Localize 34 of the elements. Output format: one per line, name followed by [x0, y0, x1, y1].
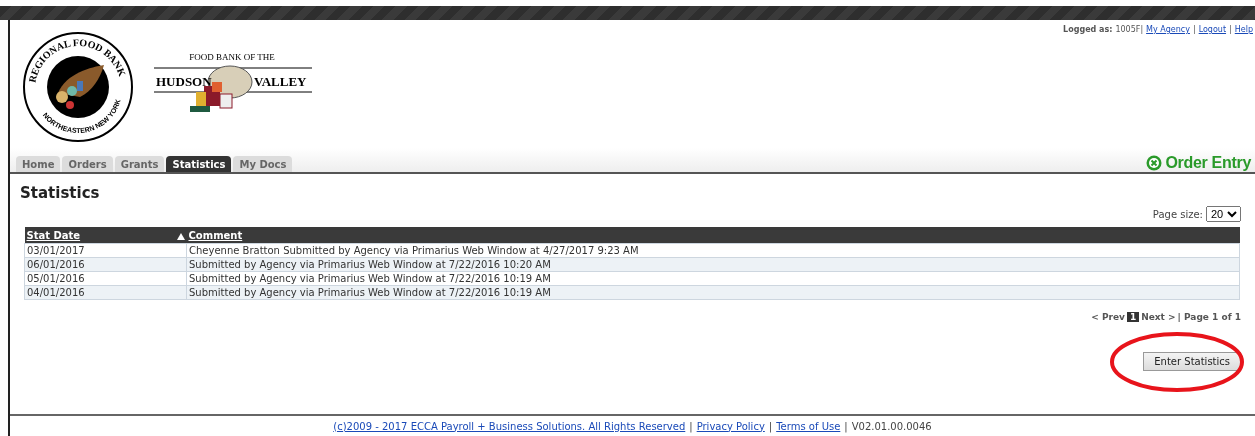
table-cell: Cheyenne Bratton Submitted by Agency via Primarius Web Window at 4/27/2017 9:23 AM — [186, 243, 1240, 258]
nav-tab[interactable]: Statistics — [166, 156, 232, 172]
logged-as-label: Logged as: — [1063, 25, 1113, 34]
separator: | — [1192, 25, 1196, 34]
header-link[interactable]: Help — [1234, 25, 1253, 34]
header-link[interactable]: My Agency — [1146, 25, 1190, 34]
separator: | — [1229, 25, 1232, 34]
user-id: 1005F| — [1115, 25, 1144, 34]
prev-link[interactable]: < Prev — [1091, 312, 1125, 322]
nav-tab[interactable]: My Docs — [233, 156, 293, 172]
page-size-select[interactable]: 20 — [1206, 206, 1241, 222]
separator: | — [844, 420, 848, 432]
column-header-link[interactable]: Comment — [188, 229, 243, 241]
copyright-link[interactable]: (c)2009 - 2017 ECCA Payroll + Business Solutions. All Rights Reserved — [333, 420, 686, 432]
header-link[interactable]: Logout — [1198, 25, 1227, 34]
table-cell: Submitted by Agency via Primarius Web Window at 7/22/2016 10:19 AM — [186, 271, 1240, 286]
nav-tab[interactable]: Grants — [114, 156, 165, 172]
table-cell: 03/01/2017 — [24, 243, 187, 258]
page-title: Statistics — [20, 184, 100, 202]
page-summary: | Page 1 of 1 — [1177, 312, 1241, 322]
footer-link[interactable]: Terms of Use — [776, 420, 841, 432]
version-text: V02.01.00.0046 — [851, 420, 932, 432]
food-bank-logo: FOOD BANK OF THE HUDSON VALLEY — [154, 42, 312, 132]
enter-statistics-button[interactable]: Enter Statistics — [1143, 352, 1241, 371]
table-cell: 05/01/2016 — [24, 271, 187, 286]
nav-tab[interactable]: Home — [16, 156, 61, 172]
footer-link[interactable]: Privacy Policy — [696, 420, 765, 432]
next-link[interactable]: Next > — [1141, 312, 1176, 322]
nav-tab[interactable]: Orders — [62, 156, 113, 172]
separator: | — [768, 420, 773, 432]
close-circle-icon — [1146, 155, 1163, 171]
page-number[interactable]: 1 — [1126, 312, 1140, 322]
separator: | — [689, 420, 693, 432]
page-size-label: Page size: — [1152, 208, 1203, 220]
